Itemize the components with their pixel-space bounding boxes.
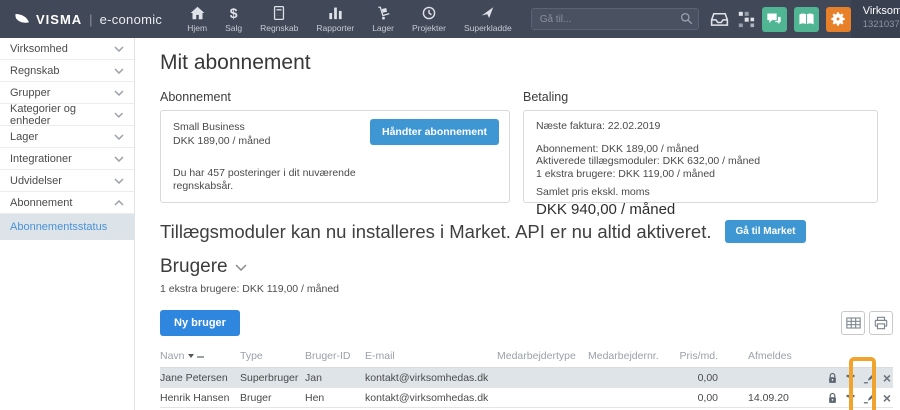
lock-icon[interactable]: [827, 392, 838, 404]
chevron-down-icon: [235, 263, 247, 271]
users-subtext: 1 ekstra brugere: DKK 119,00 / måned: [160, 283, 339, 295]
hand-truck-icon: [376, 6, 391, 21]
nav-lager[interactable]: Lager: [363, 6, 403, 33]
payment-heading: Betaling: [523, 90, 569, 104]
lock-icon[interactable]: [827, 372, 838, 384]
remove-icon[interactable]: ×: [883, 391, 891, 405]
table-row[interactable]: Jane Petersen Superbruger Jan kontakt@vi…: [160, 367, 893, 388]
col-medarbejdernr: Medarbejdernr.: [588, 348, 659, 368]
print-icon[interactable]: [869, 311, 893, 335]
table-row[interactable]: Henrik Hansen Bruger Hen kontakt@virksom…: [160, 387, 893, 408]
filter-icon: [196, 356, 204, 358]
sidebar-item-abonnementsstatus[interactable]: Abonnementsstatus: [0, 214, 134, 240]
chevron-down-icon: [114, 67, 124, 74]
nav-salg[interactable]: $ Salg: [216, 6, 251, 33]
clock-icon: [422, 6, 436, 21]
sidebar-item-integrationer[interactable]: Integrationer: [0, 148, 134, 170]
edit-icon[interactable]: [863, 372, 876, 384]
access-icon[interactable]: [845, 392, 856, 404]
chevron-down-icon: [114, 177, 124, 184]
new-user-button[interactable]: Ny bruger: [160, 310, 240, 336]
col-type: Type: [240, 348, 305, 368]
nav-regnskab[interactable]: Regnskab: [251, 6, 307, 33]
users-section-toggle[interactable]: Brugere: [160, 256, 893, 278]
company-name: Virksomhed A/S: [862, 5, 900, 17]
topbar-tools: [709, 6, 851, 32]
nav-rapporter[interactable]: Rapporter: [307, 6, 363, 33]
col-medarbejdertype: Medarbejdertype: [497, 348, 588, 368]
access-icon[interactable]: [845, 372, 856, 384]
col-afmeldes: Afmeldes: [718, 348, 803, 368]
postings-note: Du har 457 posteringer i dit nuværende r…: [173, 167, 356, 192]
logo-divider: |: [89, 11, 93, 27]
sort-by-name[interactable]: Navn: [160, 350, 204, 362]
subscription-heading: Abonnement: [160, 90, 231, 104]
payment-card: Næste faktura: 22.02.2019 Abonnement: DK…: [523, 110, 878, 218]
visma-swoosh-icon: [14, 13, 31, 26]
visma-logo[interactable]: VISMA | e-conomic: [0, 12, 162, 27]
sidebar-item-udvidelser[interactable]: Udvidelser: [0, 170, 134, 192]
page-title: Mit abonnement: [160, 51, 311, 74]
book-icon[interactable]: [793, 6, 819, 32]
nav-projekter[interactable]: Projekter: [403, 6, 455, 33]
bar-chart-icon: [328, 6, 343, 21]
nav-superkladde[interactable]: Superkladde: [455, 6, 521, 33]
search-icon: [680, 12, 693, 30]
nav-hjem[interactable]: Hjem: [178, 6, 216, 33]
chevron-down-icon: [114, 133, 124, 140]
chevron-up-icon: [114, 199, 124, 206]
remove-icon[interactable]: ×: [883, 371, 891, 385]
company-number: 1321037 Jan: [862, 19, 900, 30]
paper-plane-icon: [480, 6, 495, 21]
sidebar-item-lager[interactable]: Lager: [0, 126, 134, 148]
sort-desc-icon: [187, 354, 194, 358]
col-bruger-id: Bruger-ID: [305, 348, 365, 368]
main-content: Mit abonnement Abonnement Small Business…: [135, 38, 900, 410]
home-icon: [190, 6, 205, 21]
chevron-down-icon: [114, 112, 124, 118]
manage-subscription-button[interactable]: Håndter abonnement: [369, 119, 499, 145]
calculator-icon: [273, 6, 285, 21]
sidebar-item-kategorier[interactable]: Kategorier og enheder: [0, 103, 134, 127]
sidebar-item-grupper[interactable]: Grupper: [0, 82, 134, 104]
next-invoice: Næste faktura: 22.02.2019: [536, 120, 661, 132]
visma-wordmark: VISMA: [36, 11, 83, 27]
chevron-down-icon: [114, 45, 124, 52]
top-nav: Hjem $ Salg Regnskab Rapporter Lager Pro…: [178, 6, 520, 33]
col-email: E-mail: [365, 348, 497, 368]
chevron-down-icon: [114, 155, 124, 162]
subscription-card: Small Business DKK 189,00 / måned Håndte…: [160, 110, 510, 203]
inbox-icon[interactable]: [709, 10, 730, 28]
company-menu[interactable]: Virksomhed A/S 1321037 Jan: [850, 0, 900, 38]
topbar: VISMA | e-conomic Hjem $ Salg Regnskab R…: [0, 0, 900, 38]
edit-icon[interactable]: [863, 392, 876, 404]
dollar-icon: $: [229, 5, 238, 21]
chat-icon[interactable]: [761, 6, 787, 32]
sidebar-item-regnskab[interactable]: Regnskab: [0, 60, 134, 82]
search-input[interactable]: [530, 8, 699, 30]
total-label: Samlet pris ekskl. moms: [536, 186, 650, 198]
market-banner-text: Tillægsmoduler kan nu installeres i Mark…: [160, 220, 712, 242]
total-value: DKK 940,00 / måned: [536, 200, 676, 218]
product-name: e-conomic: [99, 11, 163, 27]
grid-dots-icon[interactable]: [737, 10, 755, 28]
go-to-market-button[interactable]: Gå til Market: [725, 220, 806, 243]
sidebar: Virksomhed Regnskab Grupper Kategorier o…: [0, 38, 135, 410]
sidebar-item-virksomhed[interactable]: Virksomhed: [0, 38, 134, 60]
table-columns-icon[interactable]: [841, 311, 865, 335]
gear-icon[interactable]: [825, 6, 851, 32]
payment-line-modules: Aktiverede tillægsmoduler: DKK 632,00 / …: [536, 155, 761, 167]
global-search: [530, 8, 699, 30]
users-table: Navn Type Bruger-ID E-mail Medarbejderty…: [160, 348, 893, 410]
chevron-down-icon: [114, 89, 124, 96]
sidebar-item-abonnement[interactable]: Abonnement: [0, 192, 134, 214]
payment-line-users: 1 ekstra brugere: DKK 119,00 / måned: [536, 167, 715, 180]
payment-line-subscription: Abonnement: DKK 189,00 / måned: [536, 142, 699, 155]
